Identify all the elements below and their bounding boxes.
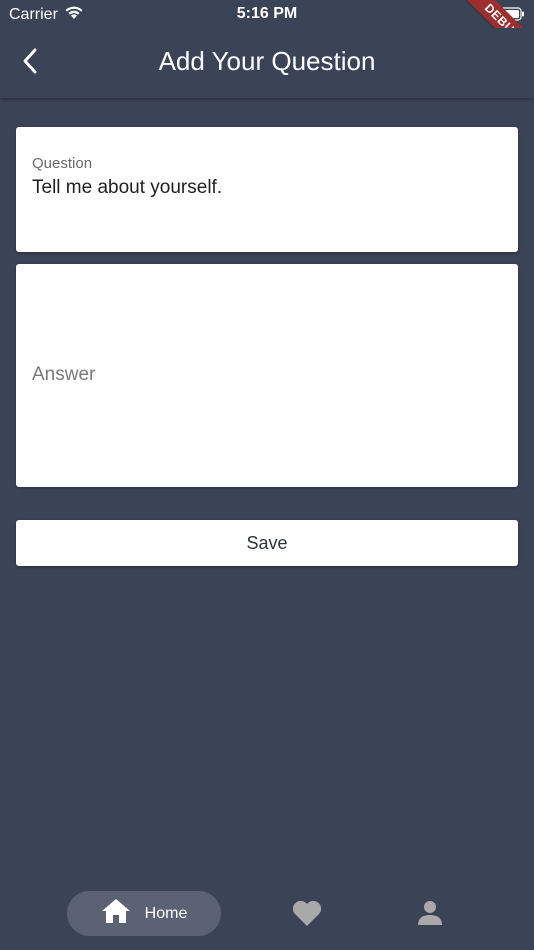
question-label: Question bbox=[32, 155, 93, 172]
page-title: Add Your Question bbox=[158, 46, 376, 76]
status-bar: Carrier 5:16 PM bbox=[0, 0, 534, 28]
answer-placeholder: Answer bbox=[32, 364, 96, 385]
question-field[interactable]: Question Tell me about yourself. bbox=[16, 127, 518, 252]
save-button-label: Save bbox=[246, 532, 288, 553]
status-time: 5:16 PM bbox=[236, 5, 298, 22]
nav-item-favorites[interactable] bbox=[288, 898, 326, 932]
answer-field[interactable]: Answer bbox=[16, 264, 518, 487]
save-button[interactable]: Save bbox=[16, 520, 518, 566]
person-icon bbox=[417, 900, 443, 931]
nav-item-home[interactable]: Home bbox=[67, 891, 221, 936]
question-input[interactable]: Tell me about yourself. bbox=[32, 177, 222, 199]
bottom-navigation: Home bbox=[0, 880, 534, 950]
app-bar: Add Your Question bbox=[0, 28, 534, 98]
heart-icon bbox=[291, 899, 323, 932]
nav-item-profile[interactable] bbox=[412, 898, 448, 932]
home-icon bbox=[101, 898, 131, 929]
nav-item-home-label: Home bbox=[144, 904, 188, 922]
